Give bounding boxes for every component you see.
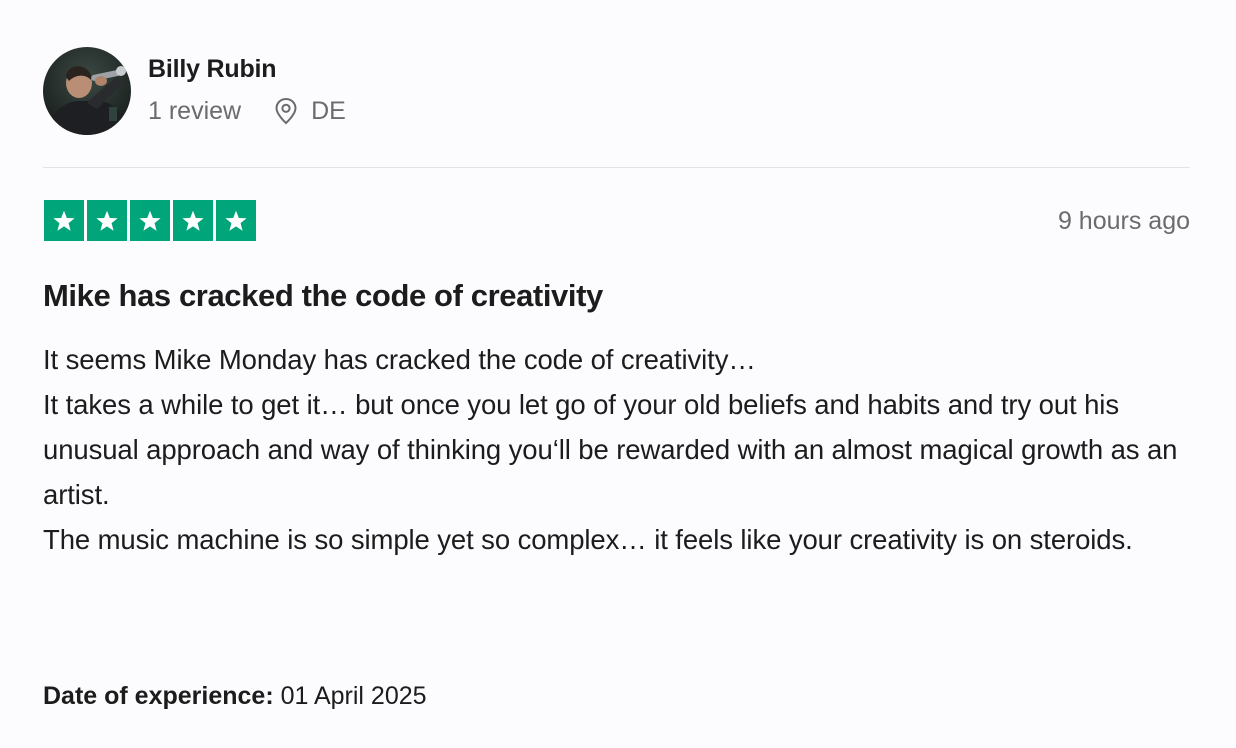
- star-icon: [87, 200, 127, 241]
- reviewer-meta: Billy Rubin 1 review DE: [148, 47, 346, 126]
- review-paragraph: It seems Mike Monday has cracked the cod…: [43, 344, 756, 375]
- reviewer-header: Billy Rubin 1 review DE: [43, 47, 346, 135]
- review-timestamp: 9 hours ago: [1057, 207, 1190, 235]
- date-of-experience-label: Date of experience:: [43, 682, 274, 710]
- star-icon: [44, 200, 84, 241]
- reviewer-location: DE: [311, 97, 346, 125]
- header-divider: [43, 167, 1190, 168]
- star-rating: [44, 200, 256, 241]
- date-of-experience: Date of experience: 01 April 2025: [43, 680, 427, 712]
- location-pin-icon: [273, 97, 299, 125]
- review-paragraph: It takes a while to get it… but once you…: [43, 389, 1178, 510]
- star-icon: [130, 200, 170, 241]
- star-icon: [216, 200, 256, 241]
- review-title[interactable]: Mike has cracked the code of creativity: [43, 277, 603, 315]
- reviewer-name[interactable]: Billy Rubin: [148, 54, 346, 84]
- reviewer-avatar[interactable]: [43, 47, 131, 135]
- review-count: 1 review: [148, 97, 242, 125]
- star-icon: [173, 200, 213, 241]
- review-paragraph: The music machine is so simple yet so co…: [43, 524, 1133, 555]
- review-body: It seems Mike Monday has cracked the cod…: [43, 337, 1203, 562]
- reviewer-stats: 1 review DE: [148, 96, 346, 126]
- date-of-experience-value: 01 April 2025: [280, 682, 427, 710]
- user-avatar-photo-icon: [43, 47, 131, 135]
- review-card: Billy Rubin 1 review DE 9 hours ago Mike…: [0, 0, 1236, 748]
